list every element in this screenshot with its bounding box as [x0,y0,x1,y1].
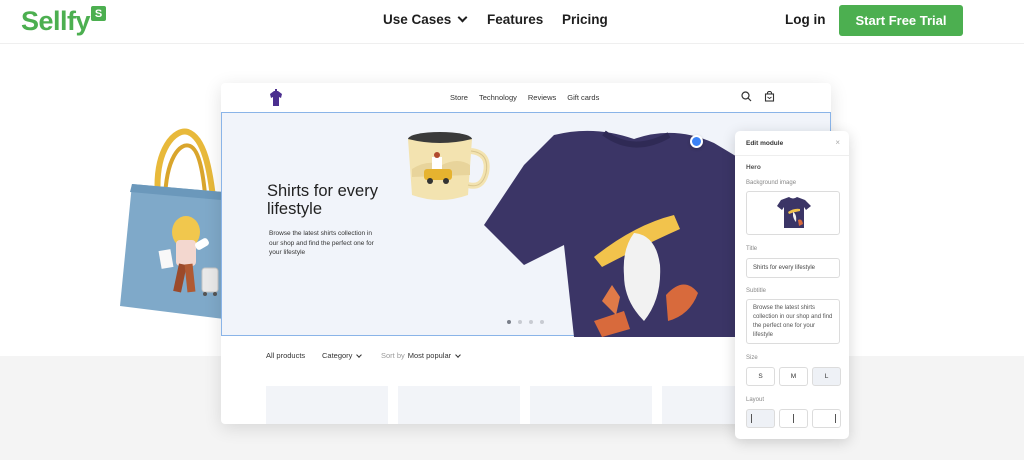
start-free-trial-button[interactable]: Start Free Trial [839,5,963,36]
background-image-picker[interactable] [746,191,840,235]
store-icons [741,91,775,102]
logo-text: Sellfy [21,6,91,36]
layout-right-option[interactable] [812,409,841,428]
product-card[interactable] [398,386,520,424]
store-header: Store Technology Reviews Gift cards [221,83,831,113]
nav-pricing[interactable]: Pricing [562,12,608,27]
slide-dot[interactable] [540,320,544,324]
store-menu-reviews[interactable]: Reviews [528,93,556,102]
filter-sort[interactable]: Sort by Most popular [381,351,461,360]
filter-all-products[interactable]: All products [266,351,322,360]
filter-category-label: Category [322,351,353,360]
nav-use-cases[interactable]: Use Cases [383,12,487,27]
cart-icon[interactable] [764,91,775,102]
edit-module-panel: Edit module × Hero Background image Titl… [735,131,849,439]
subtitle-label: Subtitle [746,288,767,294]
chevron-down-icon [356,351,363,358]
background-image-thumbnail [777,197,811,228]
search-icon[interactable] [741,91,752,102]
store-menu-technology[interactable]: Technology [479,93,517,102]
tshirt-logo-icon[interactable] [267,89,285,107]
slide-dot[interactable] [518,320,522,324]
store-menu: Store Technology Reviews Gift cards [450,93,599,102]
product-card[interactable] [266,386,388,424]
subtitle-field[interactable]: Browse the latest shirts collection in o… [746,299,840,344]
layout-label: Layout [746,397,765,403]
title-field[interactable]: Shirts for every lifestyle [746,258,840,278]
size-option-m[interactable]: M [779,367,808,386]
product-filters: All products Category Sort by Most popul… [266,351,461,360]
chevron-down-icon [455,351,461,358]
size-label: Size [746,355,758,361]
chevron-down-icon [457,12,468,23]
product-grid [266,386,784,424]
sellfy-logo[interactable]: Sellfy S [21,4,107,38]
title-label: Title [746,246,758,252]
login-link[interactable]: Log in [785,12,826,27]
layout-right-icon [835,414,836,423]
layout-left-icon [751,414,752,423]
hero-title: Shirts for every lifestyle [267,182,378,218]
size-selector: S M L [746,367,841,386]
size-option-l[interactable]: L [812,367,841,386]
store-menu-store[interactable]: Store [450,93,468,102]
hero-subtitle: Browse the latest shirts collection in o… [269,230,374,256]
nav-features[interactable]: Features [487,12,562,27]
background-image-label: Background image [746,180,797,186]
sort-value: Most popular [407,351,452,360]
slide-dot[interactable] [507,320,511,324]
logo-badge: S [91,6,107,21]
close-icon[interactable]: × [835,138,840,147]
edit-pencil-icon[interactable] [690,135,703,148]
hero-slide-dots [507,320,544,324]
panel-header: Edit module × [735,131,849,156]
panel-title: Edit module [746,140,784,147]
top-nav: Sellfy S Use Cases Features Pricing Log … [0,0,1024,44]
layout-left-option[interactable] [746,409,775,428]
product-card[interactable] [530,386,652,424]
filter-category[interactable]: Category [322,351,381,360]
layout-center-option[interactable] [779,409,808,428]
nav-links: Use Cases Features Pricing [383,12,608,27]
mug-illustration [408,132,490,200]
nav-use-cases-label: Use Cases [383,12,452,27]
size-option-s[interactable]: S [746,367,775,386]
panel-section-title: Hero [746,164,761,171]
sort-by-label: Sort by [381,351,405,360]
layout-selector [746,409,841,428]
layout-center-icon [793,414,794,423]
store-menu-gift-cards[interactable]: Gift cards [567,93,599,102]
slide-dot[interactable] [529,320,533,324]
